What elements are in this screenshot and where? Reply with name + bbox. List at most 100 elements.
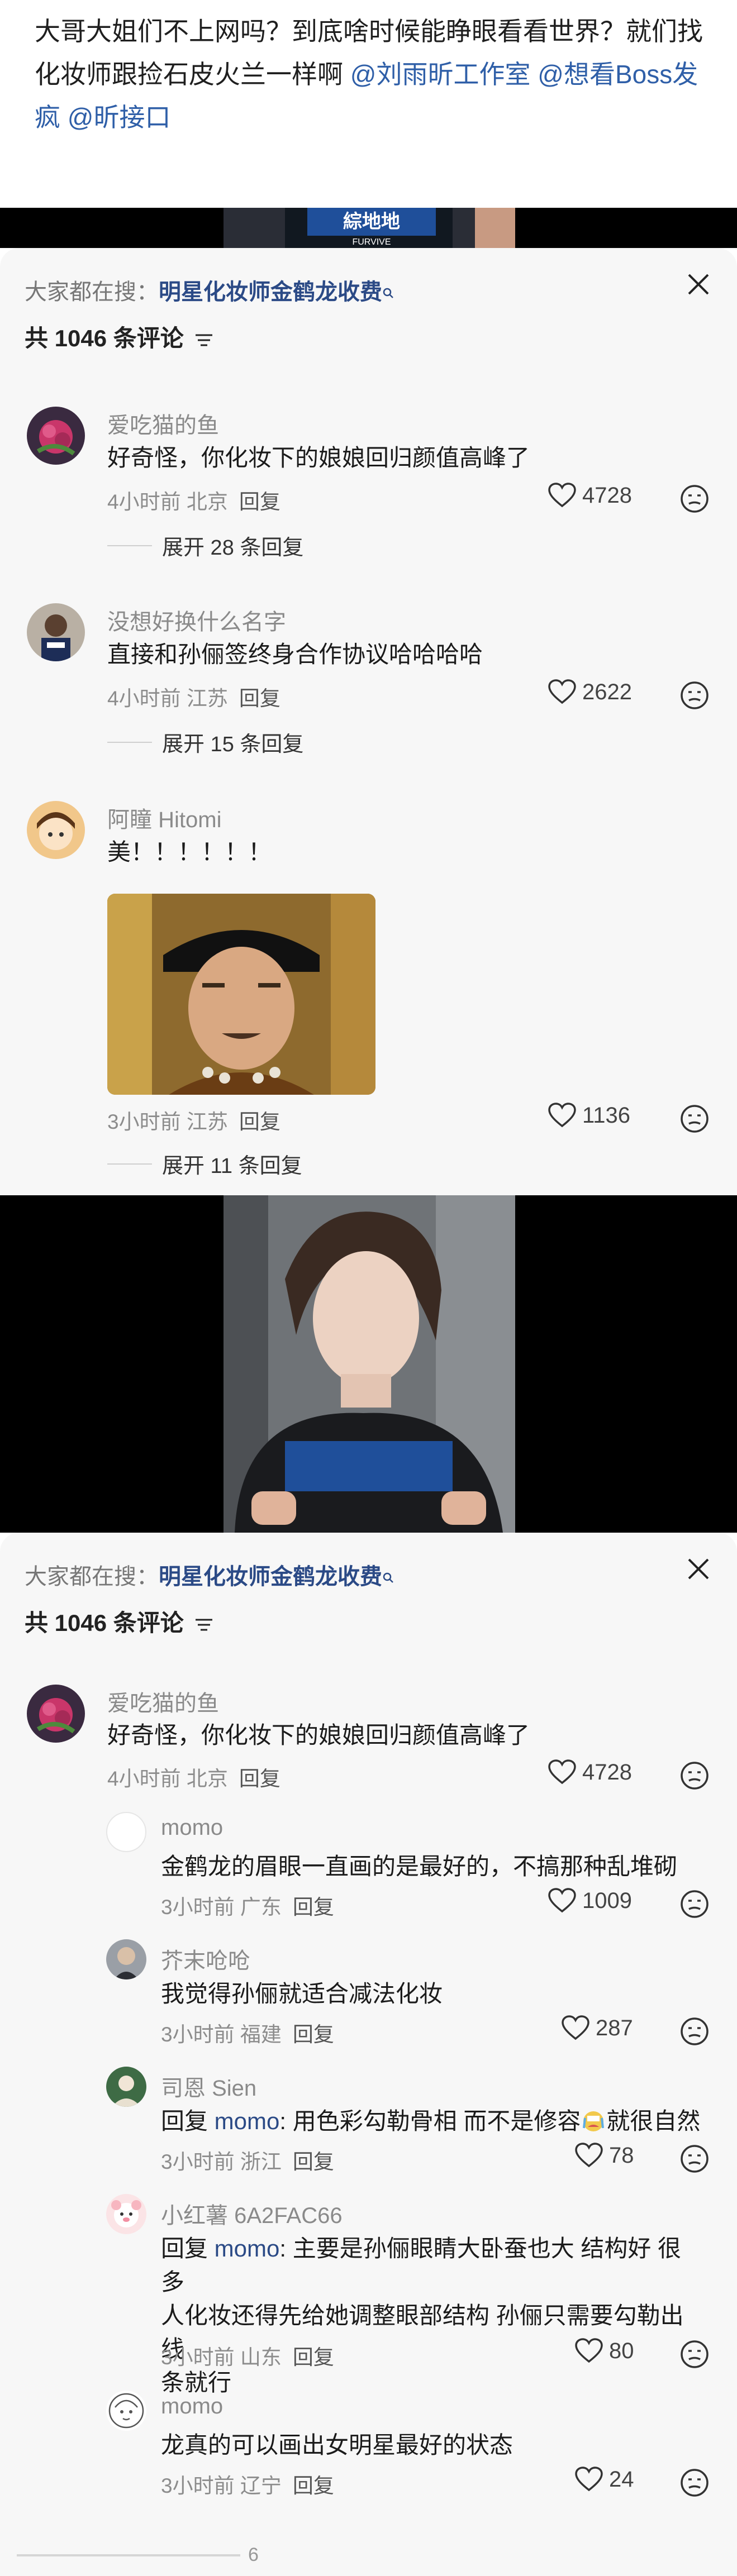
comment-text: 美！！！！！！	[107, 839, 272, 865]
video-strip-top[interactable]: 綜地地 FURVIVE	[0, 208, 737, 248]
heart-icon	[548, 1888, 576, 1913]
avatar[interactable]	[106, 2067, 146, 2107]
reply-text: 回复 momo: 用色彩勾勒骨相 而不是修容 就很自然	[161, 2108, 701, 2134]
dislike-icon[interactable]	[679, 484, 710, 514]
page-number: 6	[248, 2544, 259, 2565]
reply-button[interactable]: 回复	[239, 687, 280, 710]
like-button[interactable]: 2622	[548, 679, 632, 705]
like-button[interactable]: 80	[574, 2338, 634, 2364]
heart-icon	[548, 1103, 576, 1128]
like-count: 287	[596, 2015, 633, 2040]
expand-replies[interactable]: 展开 15 条回复	[107, 727, 303, 757]
like-button[interactable]: 1136	[548, 1103, 630, 1128]
expand-replies[interactable]: 展开 11 条回复	[107, 1148, 302, 1179]
dislike-icon[interactable]	[679, 1104, 710, 1134]
reply-button[interactable]: 回复	[293, 2023, 334, 2046]
comment-text: 好奇怪，你化妆下的娘娘回归颜值高峰了	[107, 445, 530, 471]
mention-link[interactable]: @昕接口	[68, 103, 171, 132]
reply-button[interactable]: 回复	[293, 2474, 334, 2497]
avatar[interactable]	[106, 2391, 146, 2431]
crying-emoji-icon	[583, 2111, 605, 2131]
reply-username[interactable]: momo	[161, 1815, 223, 1840]
reply-username[interactable]: momo	[161, 2394, 223, 2419]
avatar[interactable]	[106, 2194, 146, 2234]
search-term[interactable]: 明星化妆师金鹤龙收费	[159, 1564, 382, 1589]
dislike-icon[interactable]	[679, 2016, 710, 2047]
comment-photo	[107, 894, 375, 1095]
search-icon	[383, 1572, 393, 1583]
comment-meta: 4小时前 北京 回复	[107, 1767, 280, 1790]
reply-to-link[interactable]: momo	[215, 2235, 280, 2262]
expand-rule	[107, 545, 152, 546]
dislike-icon[interactable]	[679, 2339, 710, 2369]
close-icon[interactable]	[682, 268, 715, 300]
dislike-icon[interactable]	[679, 680, 710, 710]
heart-icon	[575, 2338, 603, 2363]
avatar[interactable]	[106, 1812, 146, 1852]
reply-text: 我觉得孙俪就适合减法化妆	[161, 1981, 443, 2007]
like-count: 78	[609, 2143, 634, 2168]
like-count: 24	[609, 2467, 634, 2492]
heart-icon	[548, 679, 576, 704]
video-thumbnail-mid	[224, 1195, 515, 1533]
comment-text: 直接和孙俪签终身合作协议哈哈哈哈	[107, 641, 483, 667]
like-button[interactable]: 4728	[548, 483, 632, 508]
reply-meta: 3小时前 辽宁 回复	[161, 2474, 334, 2497]
mention-link[interactable]: @刘雨昕工作室	[350, 60, 531, 89]
video-strip-mid[interactable]	[0, 1195, 737, 1533]
reply-username[interactable]: 小红薯 6A2FAC66	[161, 2197, 343, 2230]
comment-count: 共 1046 条评论	[25, 319, 213, 354]
avatar[interactable]	[27, 407, 85, 465]
expand-rule	[107, 741, 152, 743]
page-indicator-rule	[17, 2554, 240, 2556]
avatar[interactable]	[106, 1939, 146, 1979]
like-count: 80	[609, 2338, 634, 2363]
like-button[interactable]: 1009	[548, 1888, 632, 1914]
comment-image[interactable]	[107, 894, 375, 1095]
reply-username[interactable]: 芥末呛呛	[161, 1943, 250, 1975]
reply-button[interactable]: 回复	[293, 2346, 334, 2369]
dislike-icon[interactable]	[679, 2144, 710, 2174]
like-count: 4728	[582, 1759, 632, 1785]
dislike-icon[interactable]	[679, 1889, 710, 1919]
like-button[interactable]: 4728	[548, 1759, 632, 1785]
comment-username[interactable]: 没想好换什么名字	[107, 604, 286, 636]
reply-button[interactable]: 回复	[239, 490, 280, 513]
dislike-icon[interactable]	[679, 2468, 710, 2498]
dislike-icon[interactable]	[679, 1761, 710, 1791]
comment-username[interactable]: 阿瞳 Hitomi	[107, 802, 221, 834]
heart-icon	[548, 483, 576, 508]
reply-text: 金鹤龙的眉眼一直画的是最好的，不搞那种乱堆砌	[161, 1853, 678, 1879]
reply-button[interactable]: 回复	[239, 1767, 280, 1790]
reply-button[interactable]: 回复	[239, 1110, 280, 1133]
reply-button[interactable]: 回复	[293, 1896, 334, 1919]
reply-username[interactable]: 司恩 Sien	[161, 2070, 256, 2102]
search-hint[interactable]: 大家都在搜：明星化妆师金鹤龙收费	[25, 1558, 394, 1591]
comment-username[interactable]: 爱吃猫的鱼	[107, 1685, 219, 1718]
avatar[interactable]	[27, 1685, 85, 1743]
comment-meta: 3小时前 江苏 回复	[107, 1110, 280, 1133]
like-button[interactable]: 24	[574, 2467, 634, 2492]
comment-panel-2: 大家都在搜：明星化妆师金鹤龙收费 共 1046 条评论 爱吃猫的鱼 好奇怪，你化…	[0, 1533, 737, 2576]
comment-panel-1: 大家都在搜：明星化妆师金鹤龙收费 共 1046 条评论 爱吃猫的鱼 好奇怪，你化…	[0, 248, 737, 1195]
sort-icon[interactable]	[194, 1616, 213, 1633]
video-thumbnail-top: 綜地地 FURVIVE	[224, 208, 515, 248]
search-hint[interactable]: 大家都在搜：明星化妆师金鹤龙收费	[25, 274, 394, 306]
expand-replies[interactable]: 展开 28 条回复	[107, 530, 303, 561]
avatar[interactable]	[27, 801, 85, 859]
close-icon[interactable]	[682, 1553, 715, 1585]
comment-username[interactable]: 爱吃猫的鱼	[107, 407, 219, 440]
like-button[interactable]: 287	[561, 2015, 633, 2041]
search-term[interactable]: 明星化妆师金鹤龙收费	[159, 280, 382, 304]
comment-count: 共 1046 条评论	[25, 1604, 213, 1638]
sort-icon[interactable]	[194, 332, 213, 349]
like-button[interactable]: 78	[574, 2143, 634, 2168]
reply-text: 龙真的可以画出女明星最好的状态	[161, 2432, 513, 2458]
reply-to-link[interactable]: momo	[215, 2108, 280, 2134]
search-prefix: 大家都在搜：	[25, 1564, 159, 1589]
expand-rule	[107, 1163, 152, 1165]
avatar[interactable]	[27, 603, 85, 661]
heart-icon	[548, 1759, 576, 1785]
video-overlay-text: FURVIVE	[352, 237, 391, 247]
reply-button[interactable]: 回复	[293, 2150, 334, 2173]
